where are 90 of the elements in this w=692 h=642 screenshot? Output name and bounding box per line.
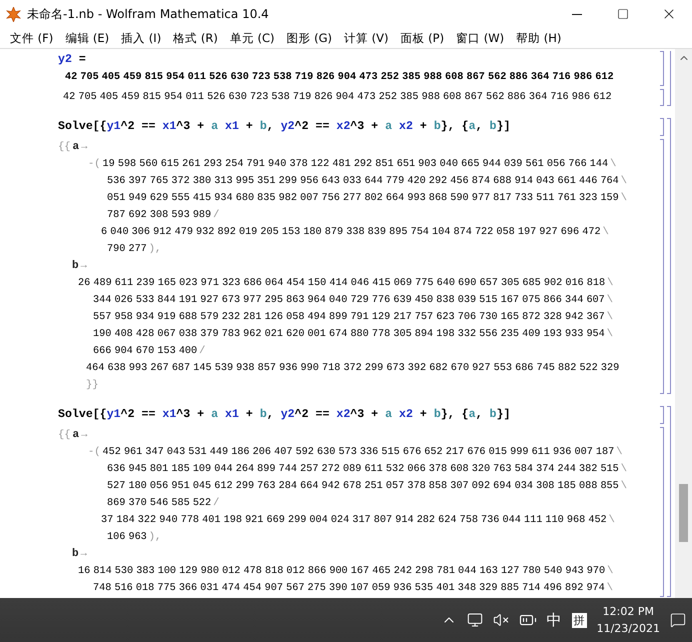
number-text: 787 692 308 593 989	[107, 209, 212, 223]
maximize-icon	[617, 8, 629, 20]
line-mark: \	[620, 191, 628, 206]
menu-item[interactable]: 插入 (I)	[115, 28, 168, 48]
cell-bracket[interactable]	[660, 118, 664, 136]
number-text: 6 040 306 912 479 932 892 019 205 153 180 879 338 839 895 754 104 874 722 058 197 927 696 472	[101, 226, 601, 240]
input-mode-indicator[interactable]: 拼	[572, 612, 587, 628]
line-mark: \	[607, 276, 614, 291]
number-text: 106 963	[107, 531, 147, 545]
line-mark: \	[606, 293, 614, 308]
number-text: 42 705 405 459 815 954 011 526 630 723 538 719 826 904 473 252 385 988 608 867 562 886 364 716 986 612	[65, 71, 614, 85]
number-text: 636 945 801 185 109 044 264 899 744 257 272 089 611 532 066 378 608 320 763 584 374 244 382 515	[107, 463, 619, 477]
menu-item[interactable]: 单元 (C)	[224, 28, 280, 48]
line-mark: /	[213, 208, 220, 223]
number-text: 527 180 056 951 045 612 299 763 284 664 942 678 251 057 378 858 307 092 694 034 308 185 088 855	[107, 480, 619, 494]
number-text: 536 397 765 372 380 313 995 351 299 956 643 033 644 779 420 292 456 874 688 914 043 661 446 764	[107, 175, 619, 189]
number-text: 190 408 428 067 038 379 783 962 021 620 001 674 880 778 305 894 198 332 556 235 409 193 933 954	[93, 328, 605, 342]
group-bracket[interactable]	[667, 406, 671, 597]
line-mark: \	[620, 479, 628, 494]
menu-item[interactable]: 编辑 (E)	[59, 28, 116, 48]
line-mark: \	[607, 564, 614, 579]
number-text: 051 949 629 555 415 934 680 835 982 007 756 277 802 664 993 868 590 977 817 733 511 761 323 159	[107, 192, 619, 206]
output-number: 42 705 405 459 815 954 011 526 630 723 538 719 826 904 473 252 385 988 608 867 562 886 364 716 986 612	[63, 91, 612, 105]
cell-bracket[interactable]	[660, 406, 664, 424]
line-mark: \	[602, 225, 609, 240]
line-mark: ),	[148, 530, 162, 545]
line-mark: /	[199, 344, 206, 359]
number-text: 16 814 530 383 100 129 980 012 478 818 012 866 900 167 465 242 298 781 044 163 127 780 540 943 970	[78, 565, 606, 579]
line-mark: \	[606, 310, 614, 325]
arrow-text: →	[80, 547, 87, 562]
arrow-text: →	[81, 140, 88, 155]
input-method-indicator[interactable]: 中	[546, 610, 562, 630]
number-text: 869 370 546 585 522	[107, 497, 212, 511]
clock[interactable]: 12:02 PM 11/23/2021	[596, 605, 660, 635]
symbol-text: y2	[58, 53, 72, 66]
brace-text: {{	[58, 140, 70, 155]
number-text: 666 904 670 153 400	[93, 345, 198, 359]
app-logo-icon	[6, 6, 21, 22]
rule-variable: a	[72, 140, 80, 155]
number-text: 557 958 934 919 688 579 232 281 126 058 494 899 791 129 217 757 623 706 730 165 872 328 942 367	[93, 311, 605, 325]
cell-bracket[interactable]	[660, 89, 664, 106]
line-mark: ),	[148, 242, 162, 257]
network-icon[interactable]	[466, 612, 483, 628]
input-code[interactable]: Solve[{y1^2 == x1^3 + a x1 + b, y2^2 == x2^3 + a x2 + b}, {a, b}]	[58, 118, 657, 136]
time-text: 12:02 PM	[602, 605, 654, 618]
menu-item[interactable]: 窗口 (W)	[450, 28, 510, 48]
notification-icon[interactable]	[670, 612, 686, 628]
line-mark: \	[608, 513, 615, 528]
window-title: 未命名-1.nb - Wolfram Mathematica 10.4	[27, 6, 270, 22]
menu-item[interactable]: 计算 (V)	[338, 28, 395, 48]
sign-text: -(	[88, 445, 100, 460]
cell-bracket[interactable]	[660, 139, 664, 394]
line-mark: \	[610, 157, 616, 172]
brace-text: {{	[58, 428, 70, 443]
scroll-thumb[interactable]	[679, 484, 688, 542]
arrow-text: →	[81, 428, 88, 443]
menu-item[interactable]: 面板 (P)	[394, 28, 450, 48]
menu-item[interactable]: 文件 (F)	[4, 28, 60, 48]
rule-variable: b	[72, 259, 79, 274]
sign-text: -(	[88, 157, 100, 172]
rule-variable: b	[72, 547, 79, 562]
operator-text: =	[78, 53, 86, 66]
group-bracket[interactable]	[667, 51, 671, 106]
number-text: 26 489 611 239 165 023 971 323 686 064 454 150 414 046 415 069 775 640 690 657 305 685 902 016 818	[78, 277, 606, 291]
cell-bracket[interactable]	[660, 427, 664, 597]
menu-item[interactable]: 图形 (G)	[280, 28, 338, 48]
input-code[interactable]: Solve[{y1^2 == x1^3 + a x1 + b, y2^2 == x2^3 + a x2 + b}, {a, b}]	[58, 406, 657, 424]
line-mark: \	[616, 445, 623, 460]
volume-muted-icon[interactable]	[492, 612, 509, 628]
rule-variable: a	[72, 428, 80, 443]
number-text: 37 184 322 940 778 401 198 921 669 299 004 024 317 807 914 282 624 758 736 044 111 110 968 452	[101, 514, 607, 528]
number-text: 790 277	[107, 243, 147, 257]
number-text: 19 598 560 615 261 293 254 791 940 378 122 481 292 851 651 903 040 665 944 039 561 056 766 144	[102, 158, 608, 172]
number-text: 464 638 993 267 687 145 539 938 857 936 990 718 372 299 673 392 682 670 927 553 686 745 882 522 329	[86, 362, 620, 376]
scrollbar[interactable]	[675, 49, 692, 598]
line-mark: \	[606, 327, 614, 342]
arrow-text: →	[80, 259, 87, 274]
cell-bracket[interactable]	[660, 51, 664, 86]
number-text: 452 961 347 043 531 449 186 206 407 592 630 573 336 515 676 652 217 676 015 999 611 936 007 187	[102, 446, 614, 460]
line-mark: /	[213, 496, 220, 511]
brace-text: }}	[86, 378, 98, 393]
group-bracket[interactable]	[667, 118, 671, 394]
number-text: 344 026 533 844 191 927 673 977 295 863 964 040 729 776 639 450 838 039 515 167 075 866 344 607	[93, 294, 605, 308]
line-mark: \	[606, 581, 614, 596]
menu-item[interactable]: 帮助 (H)	[510, 28, 568, 48]
date-text: 11/23/2021	[596, 622, 660, 635]
line-mark: \	[620, 462, 628, 477]
line-mark: \	[620, 174, 628, 189]
number-text: 748 516 018 775 366 031 474 454 907 567 275 390 107 059 936 535 401 348 329 885 714 496 892 974	[93, 582, 605, 596]
menu-item[interactable]: 格式 (R)	[167, 28, 224, 48]
